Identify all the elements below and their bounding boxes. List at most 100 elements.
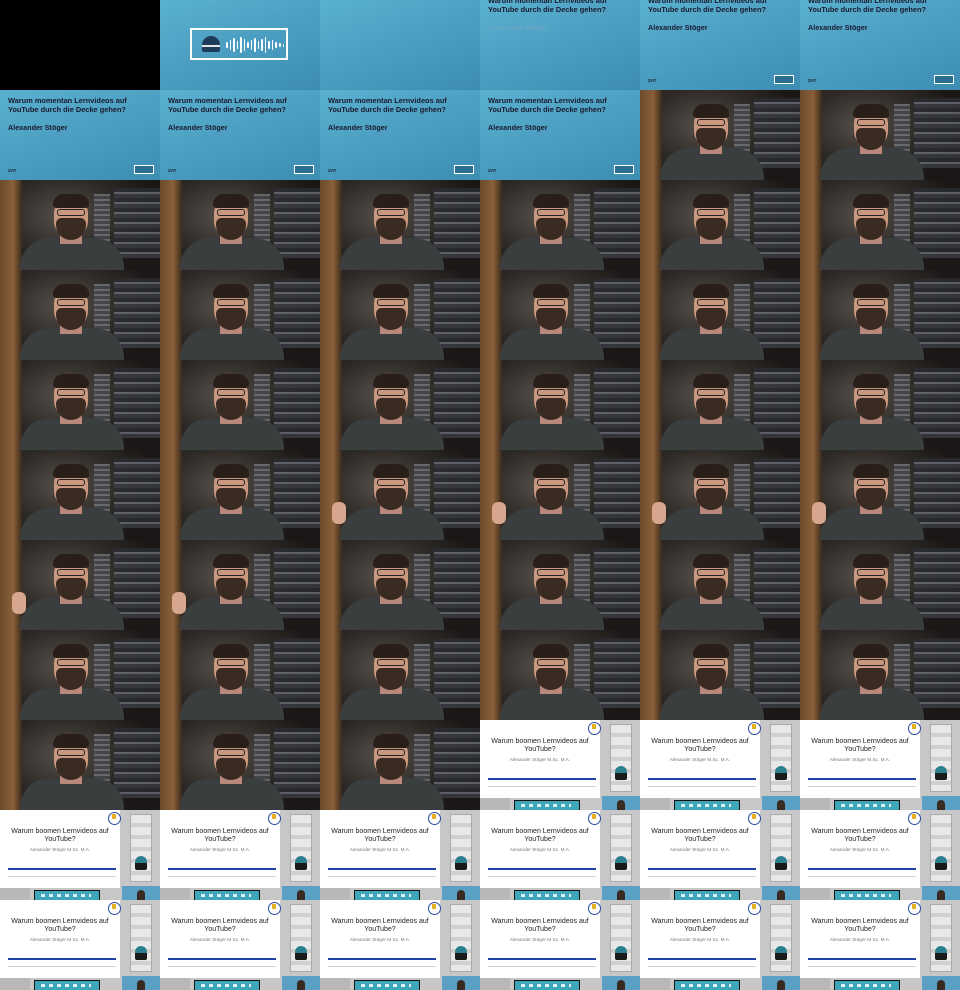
speaker-camera-frame[interactable]: [640, 630, 800, 720]
speaker-camera-frame[interactable]: [640, 90, 800, 180]
speaker-camera-frame[interactable]: [160, 450, 320, 540]
speaker-hair: [213, 194, 249, 208]
bookshelf: [320, 360, 342, 450]
sidebar-strip: [610, 904, 632, 972]
presentation-slide-frame[interactable]: Warum boomen Lernvideos auf YouTube? Alex…: [640, 810, 800, 900]
speaker-camera-frame[interactable]: [160, 720, 320, 810]
presentation-slide-frame[interactable]: Warum boomen Lernvideos auf YouTube? Alex…: [640, 720, 800, 810]
glasses-icon: [57, 569, 85, 576]
bookshelf: [320, 270, 342, 360]
slide-author: Alexander Stöger M.Sc. M.A.: [509, 847, 571, 852]
speaker-camera-frame[interactable]: [0, 450, 160, 540]
presentation-slide-frame[interactable]: Warum boomen Lernvideos auf YouTube? Alex…: [800, 720, 960, 810]
title-card-frame[interactable]: Warum momentan Lernvideos auf YouTube du…: [0, 90, 160, 180]
speaker-hair: [853, 644, 889, 658]
presentation-slide-frame[interactable]: Warum boomen Lernvideos auf YouTube? Alex…: [0, 810, 160, 900]
observatory-dome-icon: [135, 946, 147, 960]
slide-footer-line: [8, 876, 116, 877]
title-card-frame[interactable]: Warum momentan Lernvideos auf YouTube du…: [640, 0, 800, 90]
speaker-camera-frame[interactable]: [480, 540, 640, 630]
speaker-camera-frame[interactable]: [480, 630, 640, 720]
title-card-small-label: ZAT: [328, 168, 337, 173]
presentation-slide-frame[interactable]: Warum boomen Lernvideos auf YouTube? Alex…: [480, 810, 640, 900]
speaker-camera-frame[interactable]: [0, 180, 160, 270]
speaker-camera-frame[interactable]: [640, 180, 800, 270]
speaker-camera-frame[interactable]: [160, 270, 320, 360]
speaker-camera-frame[interactable]: [0, 720, 160, 810]
speaker-camera-frame[interactable]: [0, 360, 160, 450]
speaker-camera-frame[interactable]: [640, 540, 800, 630]
speaker-camera-frame[interactable]: [480, 270, 640, 360]
slide-author: Alexander Stöger M.Sc. M.A.: [509, 757, 571, 762]
title-card-frame[interactable]: Warum momentan Lernvideos auf YouTube du…: [160, 90, 320, 180]
presentation-slide-frame[interactable]: Warum boomen Lernvideos auf YouTube? Alex…: [160, 900, 320, 990]
black-frame[interactable]: [0, 0, 160, 90]
title-card-frame[interactable]: Warum momentan Lernvideos auf YouTube du…: [800, 0, 960, 90]
sound-wave-banner: [194, 890, 260, 900]
equipment-rack: [274, 728, 320, 798]
equipment-rack: [254, 734, 270, 784]
speaker-camera-frame[interactable]: [0, 270, 160, 360]
presentation-slide-frame[interactable]: Warum boomen Lernvideos auf YouTube? Alex…: [320, 900, 480, 990]
speaker-camera-frame[interactable]: [160, 180, 320, 270]
speaker-camera-frame[interactable]: [160, 540, 320, 630]
speaker-hair: [853, 554, 889, 568]
speaker-camera-frame[interactable]: [320, 720, 480, 810]
glasses-icon: [857, 659, 885, 666]
bookshelf: [0, 630, 22, 720]
blank-title-frame[interactable]: [320, 0, 480, 90]
speaker-camera-frame[interactable]: [800, 180, 960, 270]
speaker-camera-frame[interactable]: [480, 180, 640, 270]
speaker-camera-frame[interactable]: [160, 360, 320, 450]
speaker-camera-frame[interactable]: [320, 540, 480, 630]
speaker-camera-frame[interactable]: [480, 360, 640, 450]
speaker-camera-frame[interactable]: [160, 630, 320, 720]
speaker-camera-frame[interactable]: [320, 450, 480, 540]
desk-area: [480, 978, 510, 990]
title-card-frame[interactable]: Warum momentan Lernvideos auf YouTube du…: [480, 0, 640, 90]
presentation-slide-frame[interactable]: Warum boomen Lernvideos auf YouTube? Alex…: [480, 720, 640, 810]
logo-frame[interactable]: [160, 0, 320, 90]
equipment-rack: [914, 548, 960, 618]
speaker-thumbnail: [762, 796, 800, 810]
title-card-title: Warum momentan Lernvideos auf YouTube du…: [648, 0, 767, 15]
speaker-camera-frame[interactable]: [0, 540, 160, 630]
speaker-camera-frame[interactable]: [320, 180, 480, 270]
sound-wave-banner: [34, 980, 100, 990]
desk-area: [800, 978, 830, 990]
equipment-rack: [414, 194, 430, 244]
speaker-camera-frame[interactable]: [800, 270, 960, 360]
title-card-frame[interactable]: Warum momentan Lernvideos auf YouTube du…: [480, 90, 640, 180]
observatory-dome-icon: [775, 856, 787, 870]
speaker-camera-frame[interactable]: [320, 270, 480, 360]
speaker-hair: [533, 374, 569, 388]
speaker-camera-frame[interactable]: [800, 540, 960, 630]
bookshelf: [160, 540, 182, 630]
speaker-camera-frame[interactable]: [480, 450, 640, 540]
speaker-camera-frame[interactable]: [640, 450, 800, 540]
presentation-slide-frame[interactable]: Warum boomen Lernvideos auf YouTube? Alex…: [640, 900, 800, 990]
title-card-title: Warum momentan Lernvideos auf YouTube du…: [8, 96, 127, 115]
presentation-slide-frame[interactable]: Warum boomen Lernvideos auf YouTube? Alex…: [160, 810, 320, 900]
speaker-camera-frame[interactable]: [640, 360, 800, 450]
presentation-slide-frame[interactable]: Warum boomen Lernvideos auf YouTube? Alex…: [0, 900, 160, 990]
presentation-slide-frame[interactable]: Warum boomen Lernvideos auf YouTube? Alex…: [800, 900, 960, 990]
title-card-frame[interactable]: Warum momentan Lernvideos auf YouTube du…: [320, 90, 480, 180]
slide-title: Warum boomen Lernvideos auf YouTube?: [651, 918, 749, 934]
presentation-slide-frame[interactable]: Warum boomen Lernvideos auf YouTube? Alex…: [320, 810, 480, 900]
presentation-slide-frame[interactable]: Warum boomen Lernvideos auf YouTube? Alex…: [480, 900, 640, 990]
speaker-camera-frame[interactable]: [640, 270, 800, 360]
presentation-slide-frame[interactable]: Warum boomen Lernvideos auf YouTube? Alex…: [800, 810, 960, 900]
speaker-camera-frame[interactable]: [800, 630, 960, 720]
speaker-camera-frame[interactable]: [320, 630, 480, 720]
speaker-camera-frame[interactable]: [800, 450, 960, 540]
speaker-camera-frame[interactable]: [800, 360, 960, 450]
slide-footer-line: [8, 966, 116, 967]
bookshelf: [320, 720, 342, 810]
speaker-camera-frame[interactable]: [320, 360, 480, 450]
observatory-dome-icon: [775, 766, 787, 780]
speaker-camera-frame[interactable]: [800, 90, 960, 180]
slide-title: Warum boomen Lernvideos auf YouTube?: [331, 918, 429, 934]
slide-author: Alexander Stöger M.Sc. M.A.: [829, 847, 891, 852]
speaker-camera-frame[interactable]: [0, 630, 160, 720]
